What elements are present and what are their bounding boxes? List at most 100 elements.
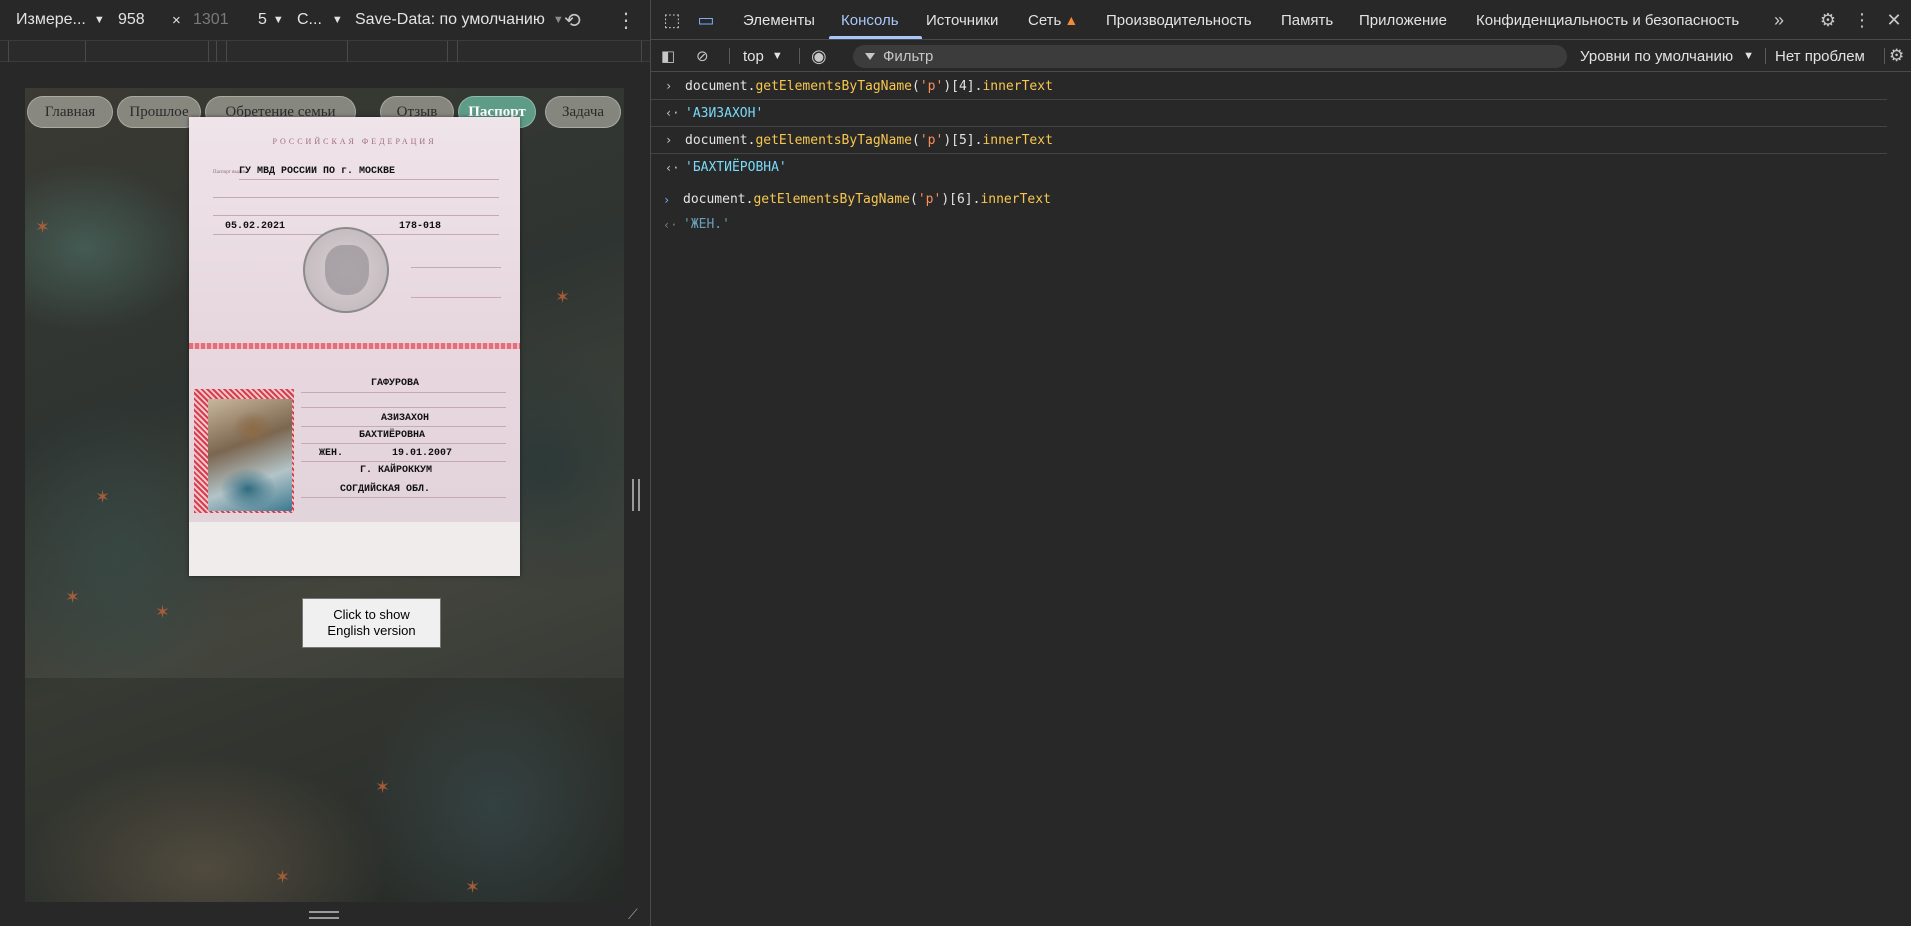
chevron-down-icon: ▼ bbox=[331, 14, 343, 26]
clear-console-icon[interactable]: ⊘ bbox=[696, 40, 709, 72]
passport-birth-place-2: СОГДИЙСКАЯ ОБЛ. bbox=[340, 484, 431, 495]
english-version-button[interactable]: Click to show English version bbox=[302, 598, 441, 648]
console-input-row[interactable]: › document. getElementsByTagName('p')[4].… bbox=[651, 73, 1887, 100]
tab-sources[interactable]: Источники bbox=[926, 0, 998, 40]
passport-blank-area bbox=[189, 522, 520, 576]
issues-counter[interactable]: Нет проблем bbox=[1775, 40, 1865, 72]
resize-handle-bottom[interactable] bbox=[309, 911, 339, 919]
devtools-tab-bar: ⬚ ▭ Элементы Консоль Источники Сеть ▲ Пр… bbox=[651, 0, 1911, 40]
settings-icon[interactable]: ⚙ bbox=[1811, 0, 1845, 40]
passport-given-name: АЗИЗАХОН bbox=[381, 413, 430, 424]
device-emulation-pane: Измере... ▼ 958 × 1301 5 ▼ С... ▼ Save-D… bbox=[0, 0, 650, 926]
maple-leaf-icon: ✶ bbox=[375, 777, 391, 797]
chevron-right-icon: › bbox=[665, 79, 673, 93]
console-settings-icon[interactable]: ⚙ bbox=[1889, 40, 1904, 72]
tab-privacy-security[interactable]: Конфиденциальность и безопасность bbox=[1476, 0, 1739, 40]
tab-elements[interactable]: Элементы bbox=[743, 0, 815, 40]
return-arrow-icon: ‹· bbox=[665, 106, 680, 120]
tab-performance[interactable]: Производительность bbox=[1106, 0, 1252, 40]
background-art bbox=[25, 678, 624, 902]
sidebar-toggle-icon[interactable]: ◧ bbox=[661, 40, 675, 72]
more-tabs-icon[interactable]: » bbox=[1762, 0, 1796, 40]
maple-leaf-icon: ✶ bbox=[65, 587, 81, 607]
passport-issue-date: 05.02.2021 bbox=[225, 221, 286, 232]
throttle-value: С... bbox=[297, 11, 322, 28]
console-output[interactable]: › document. getElementsByTagName('p')[4].… bbox=[651, 73, 1911, 926]
chevron-right-icon: › bbox=[665, 133, 673, 147]
console-prompt-row[interactable]: › document. getElementsByTagName('p')[6].… bbox=[651, 186, 1887, 213]
passport-issued-by: ГУ МВД РОССИИ ПО г. МОСКВЕ bbox=[239, 166, 396, 177]
tab-network[interactable]: Сеть ▲ bbox=[1028, 0, 1078, 40]
warning-icon: ▲ bbox=[1064, 12, 1079, 28]
throttle-select[interactable]: С... ▼ bbox=[297, 0, 343, 40]
media-query-ruler[interactable] bbox=[0, 40, 650, 62]
filter-placeholder: Фильтр bbox=[883, 48, 934, 65]
passport-stamp bbox=[303, 227, 389, 313]
maple-leaf-icon: ✶ bbox=[465, 877, 481, 897]
context-select[interactable]: top ▼ bbox=[743, 40, 783, 72]
console-input-row[interactable]: › document. getElementsByTagName('p')[5].… bbox=[651, 127, 1887, 154]
console-toolbar: ◧ ⊘ top ▼ ◉ Фильтр Уровни по умолчанию ▼… bbox=[651, 40, 1911, 72]
resize-corner-icon[interactable]: ⟋ bbox=[628, 906, 644, 922]
resize-handle-right[interactable] bbox=[632, 479, 640, 511]
tab-console[interactable]: Консоль bbox=[841, 0, 899, 40]
save-data-value: Save-Data: по умолчанию bbox=[355, 11, 545, 28]
context-value: top bbox=[743, 47, 764, 65]
nav-task[interactable]: Задача bbox=[545, 96, 621, 128]
passport-photo bbox=[208, 399, 292, 511]
height-input[interactable]: 1301 bbox=[193, 0, 229, 40]
more-options-icon[interactable]: ⋮ bbox=[616, 0, 636, 40]
more-options-icon[interactable]: ⋮ bbox=[1845, 0, 1879, 40]
active-tab-indicator bbox=[829, 36, 922, 39]
filter-input[interactable]: Фильтр bbox=[853, 45, 1567, 68]
chevron-down-icon: ▼ bbox=[1743, 50, 1755, 62]
live-expression-eye-icon[interactable]: ◉ bbox=[811, 40, 827, 72]
english-button-line-1: Click to show bbox=[333, 607, 410, 622]
passport-patronymic: БАХТИЁРОВНА bbox=[359, 430, 426, 441]
maple-leaf-icon: ✶ bbox=[35, 217, 51, 237]
zoom-select[interactable]: 5 ▼ bbox=[258, 0, 284, 40]
device-name: Измере... bbox=[16, 11, 86, 28]
prompt-chevron-icon: › bbox=[663, 192, 671, 207]
passport-image: РОССИЙСКАЯ ФЕДЕРАЦИЯ Паспорт выдан ГУ МВ… bbox=[189, 117, 520, 576]
chevron-down-icon: ▼ bbox=[552, 14, 564, 26]
width-input[interactable]: 958 bbox=[118, 0, 145, 40]
log-levels-value: Уровни по умолчанию bbox=[1580, 47, 1734, 65]
zoom-value: 5 bbox=[258, 11, 267, 28]
maple-leaf-icon: ✶ bbox=[555, 287, 571, 307]
device-toolbar-icon[interactable]: ▭ bbox=[689, 0, 723, 40]
filter-icon bbox=[865, 53, 875, 60]
save-data-select[interactable]: Save-Data: по умолчанию ▼ bbox=[355, 0, 564, 40]
passport-surname: ГАФУРОВА bbox=[371, 378, 420, 389]
maple-leaf-icon: ✶ bbox=[95, 487, 111, 507]
chevron-down-icon: ▼ bbox=[93, 14, 105, 26]
inspect-element-icon[interactable]: ⬚ bbox=[655, 0, 689, 40]
return-arrow-icon: ‹· bbox=[665, 160, 680, 175]
close-devtools-icon[interactable]: ✕ bbox=[1877, 0, 1911, 40]
tab-network-label: Сеть bbox=[1028, 11, 1062, 29]
nav-home[interactable]: Главная bbox=[27, 96, 113, 128]
rotate-icon[interactable]: ⟲ bbox=[564, 0, 581, 40]
console-output-row: ‹· 'АЗИЗАХОН' bbox=[651, 100, 1887, 127]
console-output-row: ‹· 'БАХТИЁРОВНА' bbox=[665, 160, 787, 175]
devtools-panel: ⬚ ▭ Элементы Консоль Источники Сеть ▲ Пр… bbox=[651, 0, 1911, 926]
chevron-down-icon: ▼ bbox=[771, 50, 783, 62]
device-toolbar: Измере... ▼ 958 × 1301 5 ▼ С... ▼ Save-D… bbox=[0, 0, 650, 40]
tab-memory[interactable]: Память bbox=[1281, 0, 1333, 40]
device-select[interactable]: Измере... ▼ bbox=[16, 0, 105, 40]
tab-application[interactable]: Приложение bbox=[1359, 0, 1447, 40]
passport-department-code: 178-018 bbox=[399, 221, 442, 232]
passport-birth-date: 19.01.2007 bbox=[392, 448, 453, 459]
page-viewport: ✶ ✶ ✶ ✶ ✶ ✶ ✶ ✶ Главная Прошлое Обретени… bbox=[25, 88, 624, 902]
console-eager-preview: ‹· 'ЖЕН.' bbox=[663, 217, 730, 232]
english-button-line-2: English version bbox=[327, 623, 416, 638]
chevron-down-icon: ▼ bbox=[272, 14, 284, 26]
return-arrow-icon: ‹· bbox=[663, 217, 678, 232]
close-icon: × bbox=[172, 11, 181, 29]
passport-sex: ЖЕН. bbox=[319, 448, 344, 459]
maple-leaf-icon: ✶ bbox=[155, 602, 171, 622]
passport-header: РОССИЙСКАЯ ФЕДЕРАЦИЯ bbox=[272, 137, 437, 146]
passport-birth-place-1: Г. КАЙРОККУМ bbox=[360, 465, 433, 476]
maple-leaf-icon: ✶ bbox=[275, 867, 291, 887]
log-levels-select[interactable]: Уровни по умолчанию ▼ bbox=[1580, 40, 1754, 72]
